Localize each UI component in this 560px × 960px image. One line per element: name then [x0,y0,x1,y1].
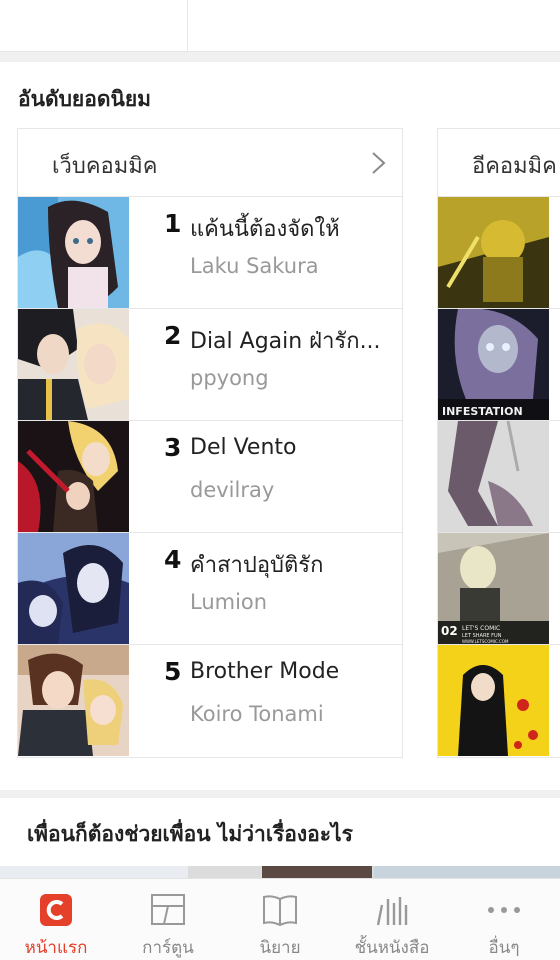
tab-label: ชั้นหนังสือ [354,938,430,958]
comic-cover-thumbnail [18,197,129,308]
cover-text: LET'S COMIC [462,625,500,632]
chevron-right-icon [372,152,386,174]
comic-cover-thumbnail: 02 LET'S COMIC LET SHARE FUN WWW.LETSCOM… [438,533,549,644]
comic-author: Lumion [190,590,268,614]
top-strip-cell[interactable] [188,0,560,52]
e-comic-ranking-card: อีคอมมิค INFESTATION 02 LET'S COMIC LET … [437,128,560,758]
tab-bookshelf[interactable]: ชั้นหนังสือ [336,879,448,960]
cover-text: INFESTATION [442,405,523,418]
more-icon [488,907,520,913]
comic-author: Koiro Tonami [190,702,324,726]
web-comic-header-label: เว็บคอมมิค [52,154,158,179]
comic-cover-thumbnail [18,309,129,420]
tab-label: อื่นๆ [488,938,520,958]
comic-title: Dial Again ฝ่ารัก... [190,329,381,354]
ranking-row[interactable]: 4 คำสาปอุบัติรัก Lumion [18,533,402,645]
home-c-icon [40,894,72,926]
e-comic-header[interactable]: อีคอมมิค [438,129,560,197]
comic-cover-thumbnail [438,421,549,532]
comic-author: Laku Sakura [190,254,319,278]
comic-icon [151,894,185,925]
ranking-row[interactable]: 5 Brother Mode Koiro Tonami [18,645,402,757]
ranking-row[interactable]: 1 แค้นนี้ต้องจัดให้ Laku Sakura [18,197,402,309]
tab-home[interactable]: หน้าแรก [0,879,112,960]
comic-author: devilray [190,478,275,502]
ranking-row[interactable]: 3 Del Vento devilray [18,421,402,533]
section-divider [0,52,560,62]
ranking-row[interactable] [438,421,560,533]
top-content-strip [0,0,560,52]
top-strip-cell[interactable] [0,0,188,52]
rank-number: 4 [164,545,182,574]
ranking-row[interactable] [438,197,560,309]
e-comic-header-label: อีคอมมิค [472,154,557,179]
ranking-section-title: อันดับยอดนิยม [18,87,151,111]
comic-title: คำสาปอุบัติรัก [190,553,324,578]
cover-text: WWW.LETSCOMIC.COM [462,639,509,644]
bookshelf-icon [376,897,408,926]
section-divider [0,790,560,798]
comic-cover-thumbnail [438,197,549,308]
tab-comic[interactable]: การ์ตูน [112,879,224,960]
bottom-tab-bar: หน้าแรก การ์ตูน นิยาย ชั้นหนังสือ อื่นๆ [0,878,560,960]
comic-cover-thumbnail: INFESTATION [438,309,549,420]
comic-author: ppyong [190,366,269,390]
rank-number: 2 [164,321,182,350]
friends-preview-strip[interactable] [0,866,560,878]
comic-title: Del Vento [190,435,297,460]
rank-number: 5 [164,657,182,686]
ranking-row[interactable]: 2 Dial Again ฝ่ารัก... ppyong [18,309,402,421]
friends-section-title: เพื่อนก็ต้องช่วยเพื่อน ไม่ว่าเรื่องอะไร [27,822,353,846]
comic-cover-thumbnail [438,645,549,756]
comic-cover-thumbnail [18,645,129,756]
tab-more[interactable]: อื่นๆ [448,879,560,960]
comic-cover-thumbnail [18,533,129,644]
rank-number: 1 [164,209,182,238]
comic-title: Brother Mode [190,659,340,684]
tab-novel[interactable]: นิยาย [224,879,336,960]
cover-text: 02 [441,624,458,638]
tab-label: การ์ตูน [142,938,194,958]
ranking-row[interactable]: INFESTATION [438,309,560,421]
rank-number: 3 [164,433,182,462]
ranking-row[interactable] [438,645,560,757]
comic-cover-thumbnail [18,421,129,532]
web-comic-header[interactable]: เว็บคอมมิค [18,129,402,197]
tab-label: หน้าแรก [24,938,88,958]
ranking-carousel[interactable]: เว็บคอมมิค 1 แค้นนี้ต้องจัดให้ Laku Saku… [0,128,560,758]
ranking-row[interactable]: 02 LET'S COMIC LET SHARE FUN WWW.LETSCOM… [438,533,560,645]
web-comic-ranking-card: เว็บคอมมิค 1 แค้นนี้ต้องจัดให้ Laku Saku… [17,128,403,758]
tab-label: นิยาย [259,938,301,958]
comic-title: แค้นนี้ต้องจัดให้ [190,217,340,242]
book-icon [263,895,297,927]
